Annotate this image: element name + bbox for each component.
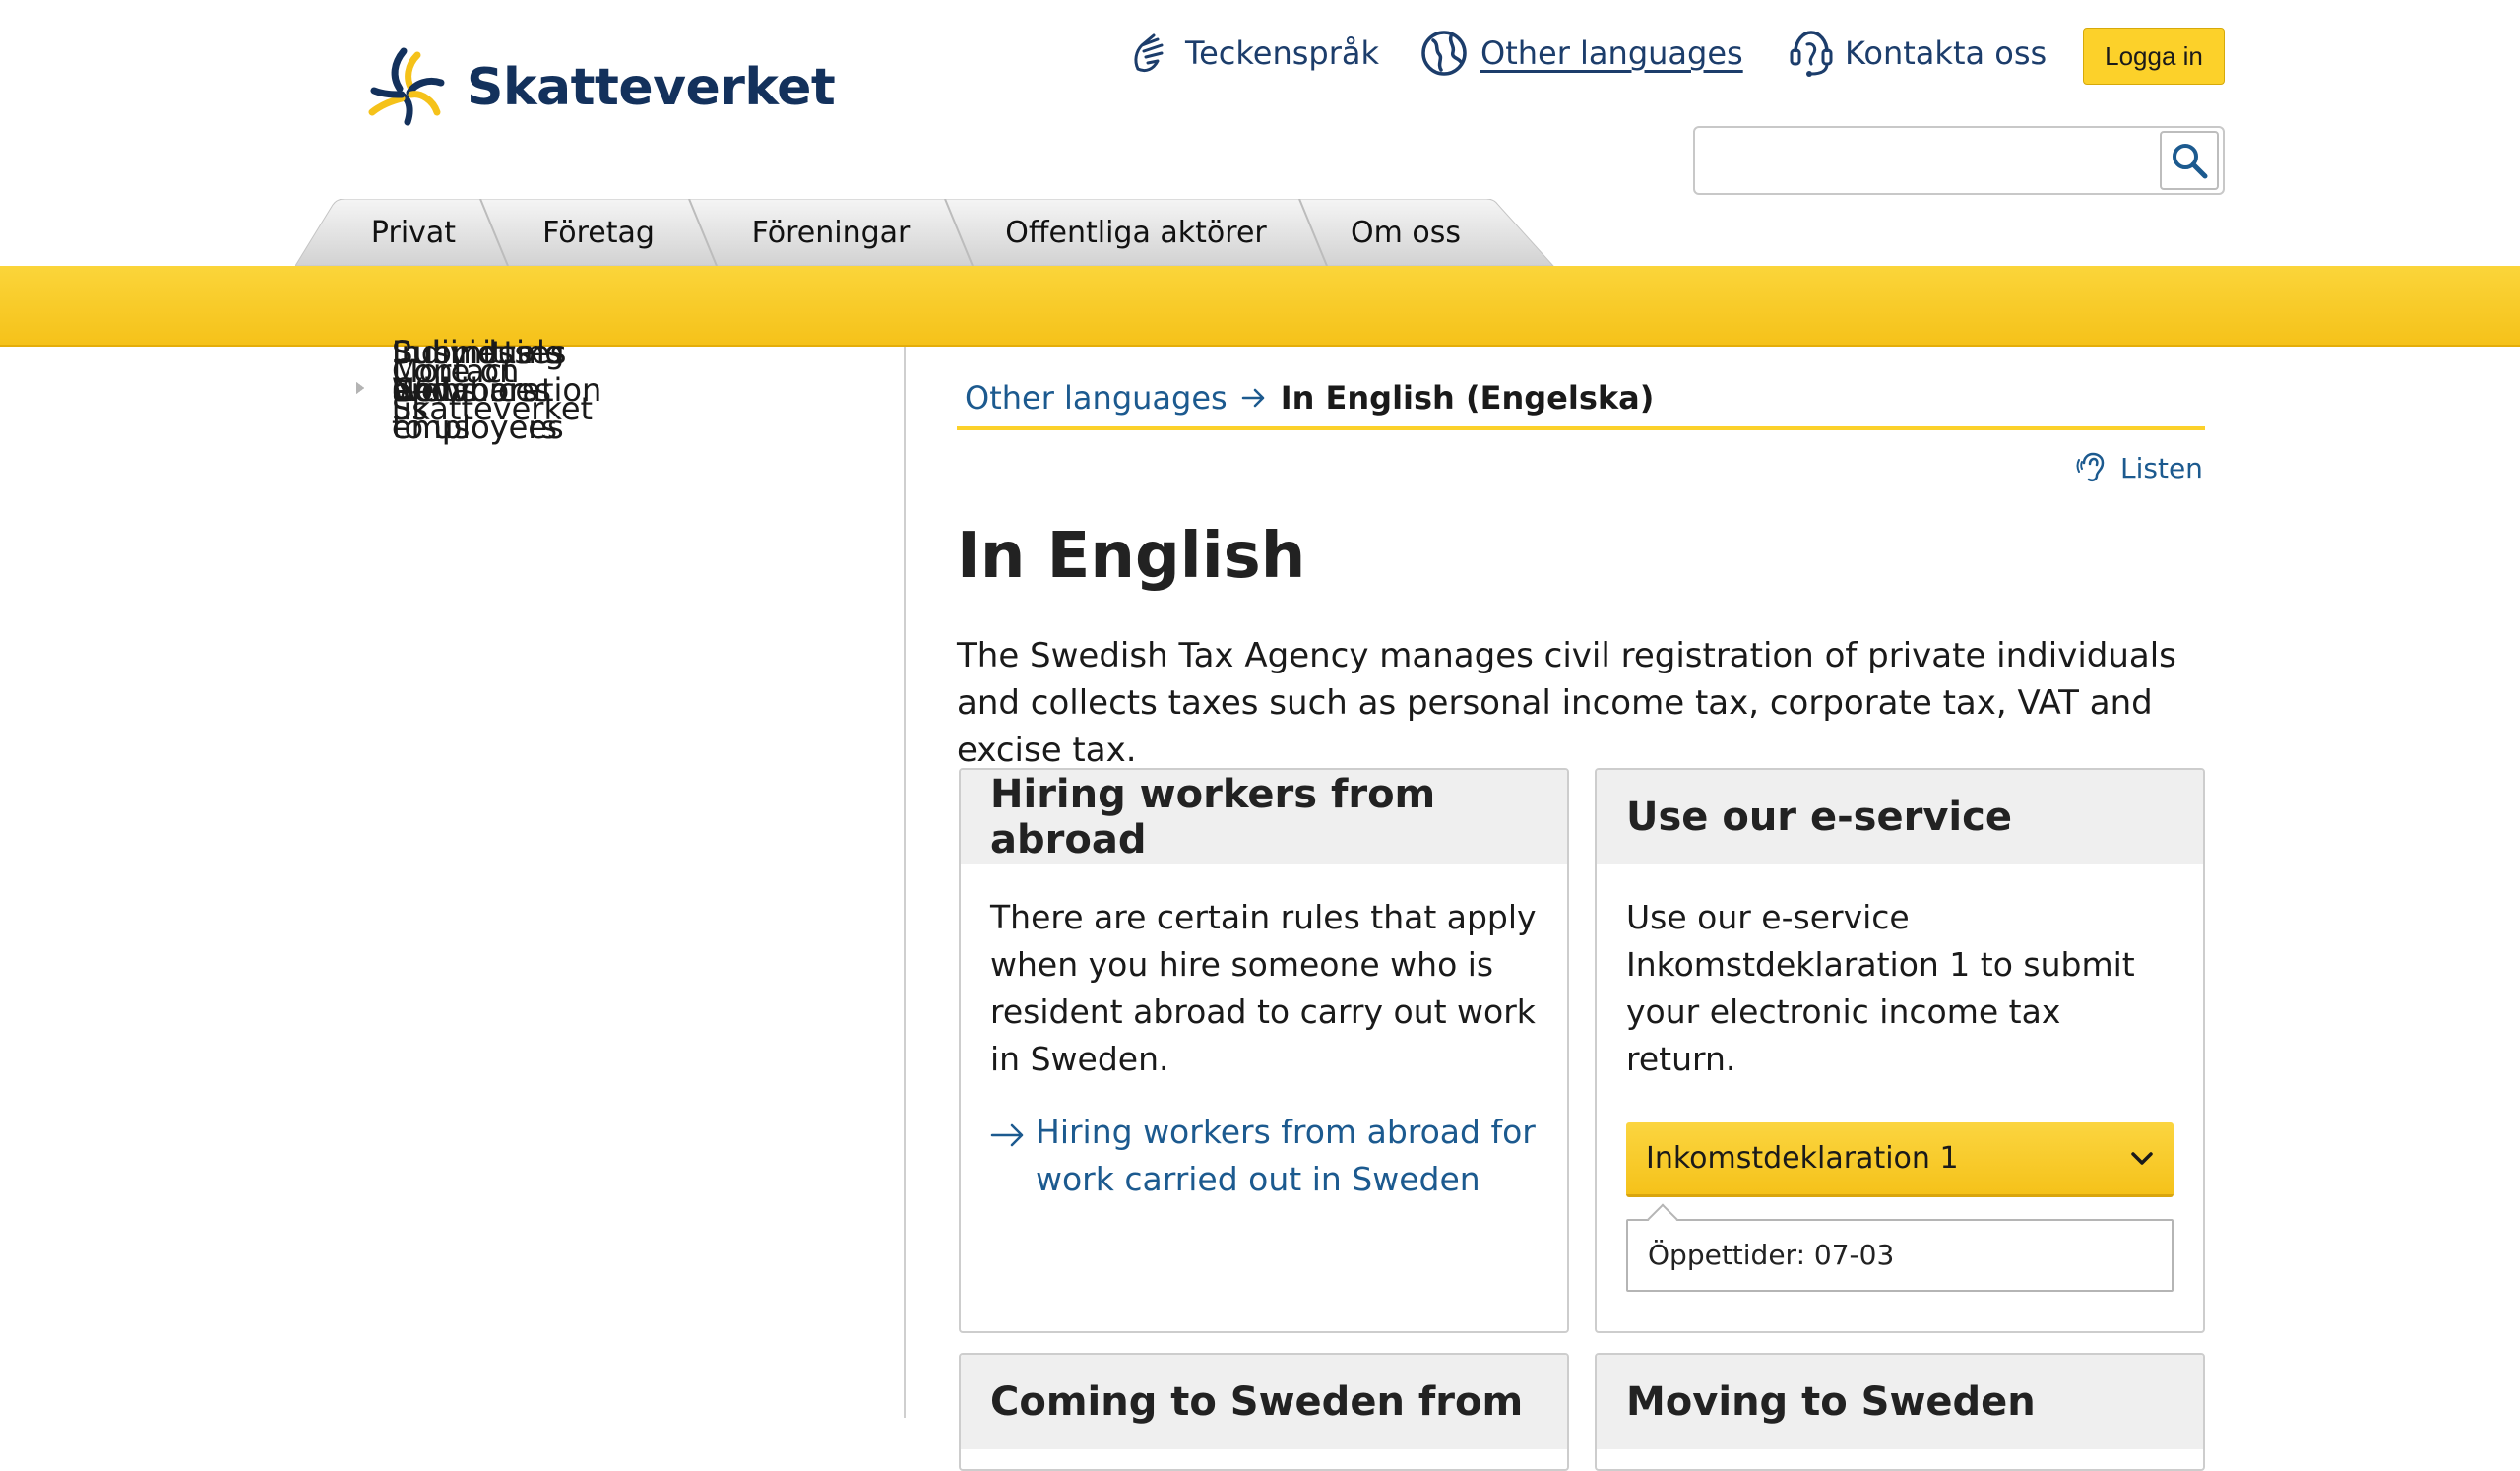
search-input[interactable]: [1701, 132, 2168, 191]
card-text: There are certain rules that apply when …: [990, 898, 1537, 1078]
tab-om-oss[interactable]: Om oss: [1327, 199, 1484, 266]
sidebar-item-label: Collaboration: [392, 371, 602, 409]
arrow-right-icon: [990, 1123, 1024, 1147]
contact-link[interactable]: Kontakta oss: [1788, 28, 2047, 79]
tab-offentliga-aktorer[interactable]: Offentliga aktörer: [973, 199, 1299, 266]
headset-icon: [1790, 31, 1833, 77]
intro-text: The Swedish Tax Agency manages civil reg…: [957, 636, 2176, 770]
card-hiring-workers: Hiring workers from abroad There are cer…: [959, 768, 1569, 1333]
breadcrumb-current: In English (Engelska): [1280, 379, 1655, 416]
card-title: Coming to Sweden from: [961, 1355, 1567, 1449]
opening-hours: Öppettider: 07-03: [1626, 1219, 2174, 1292]
hiring-workers-link-label: Hiring workers from abroad for work carr…: [1036, 1113, 1536, 1198]
breadcrumb: Other languages In English (Engelska): [965, 374, 1654, 421]
card-title: Use our e-service: [1597, 770, 2203, 864]
breadcrumb-other-languages[interactable]: Other languages: [965, 379, 1228, 416]
opening-hours-panel: Öppettider: 07-03: [1626, 1203, 2174, 1292]
sign-language-link[interactable]: Teckenspråk: [1128, 28, 1379, 79]
other-languages-link[interactable]: Other languages: [1419, 28, 1743, 79]
login-button[interactable]: Logga in: [2083, 28, 2225, 85]
chevron-down-icon: [2131, 1151, 2153, 1165]
contact-label: Kontakta oss: [1845, 34, 2048, 72]
search-button[interactable]: [2160, 131, 2219, 190]
sign-language-label: Teckenspråk: [1185, 34, 1380, 72]
breadcrumb-underline: [957, 426, 2205, 430]
sign-language-icon: [1134, 33, 1164, 73]
listen-button[interactable]: Listen: [2075, 445, 2203, 490]
card-text: Use our e-service Inkomstdeklaration 1 t…: [1626, 898, 2135, 1078]
search-box: [1693, 126, 2225, 195]
card-title: Moving to Sweden: [1597, 1355, 2203, 1449]
other-languages-label: Other languages: [1480, 34, 1743, 72]
skatteverket-logo-icon: [368, 47, 445, 126]
logo-text: Skatteverket: [467, 58, 836, 117]
globe-icon: [1421, 31, 1467, 76]
search-icon: [2173, 144, 2208, 179]
page-title: In English: [957, 520, 1306, 593]
sidebar-divider: [904, 347, 906, 1418]
hiring-workers-link[interactable]: Hiring workers from abroad for work carr…: [990, 1109, 1538, 1203]
listen-ear-icon: [2076, 452, 2105, 482]
card-title: Hiring workers from abroad: [961, 770, 1567, 864]
listen-label: Listen: [2120, 451, 2203, 484]
tab-foreningar[interactable]: Föreningar: [717, 199, 945, 266]
skatteverket-logo[interactable]: Skatteverket: [364, 43, 836, 132]
e-service-dropdown[interactable]: Inkomstdeklaration 1: [1626, 1122, 2174, 1197]
tab-privat[interactable]: Privat: [345, 199, 482, 266]
yellow-band: [0, 266, 2520, 347]
tab-foretag[interactable]: Företag: [508, 199, 689, 266]
e-service-dropdown-label: Inkomstdeklaration 1: [1646, 1140, 1959, 1176]
expand-triangle-icon: [356, 382, 364, 394]
card-moving-to-sweden: Moving to Sweden: [1595, 1353, 2205, 1471]
main-navigation: Privat Företag Föreningar Offentliga akt…: [295, 199, 1555, 266]
arrow-right-icon: [1241, 388, 1264, 408]
card-e-service: Use our e-service Use our e-service Inko…: [1595, 768, 2205, 1333]
card-coming-to-sweden: Coming to Sweden from: [959, 1353, 1569, 1471]
